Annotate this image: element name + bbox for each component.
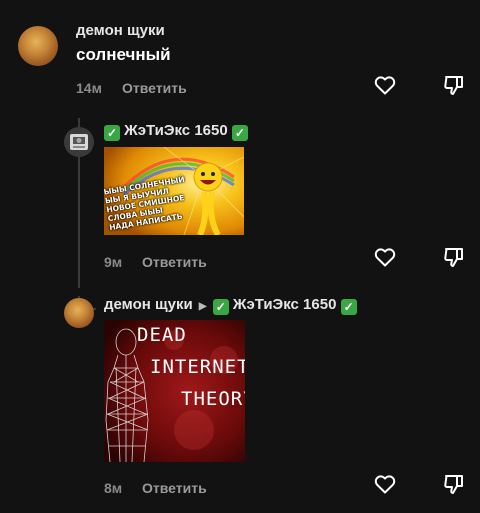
verified-check-icon: ✓ bbox=[231, 125, 248, 141]
dead-internet-line-3: THEORY bbox=[181, 388, 245, 410]
heart-icon[interactable] bbox=[373, 245, 397, 269]
verified-check-icon: ✓ bbox=[104, 125, 120, 141]
reply-arrow-icon: ▶ bbox=[198, 301, 207, 312]
avatar-demon-shchuki[interactable] bbox=[18, 26, 58, 66]
comment-text: солнечный bbox=[76, 45, 171, 64]
comment-author[interactable]: ЖэТиЭкс 1650 bbox=[124, 122, 228, 139]
comment-time: 14м bbox=[76, 80, 102, 96]
comment-image-dead-internet[interactable]: DEAD INTERNET THEORY bbox=[104, 320, 245, 462]
reply-button[interactable]: Ответить bbox=[122, 80, 187, 96]
comment-author[interactable]: демон щуки bbox=[76, 22, 165, 39]
reply-button[interactable]: Ответить bbox=[142, 254, 207, 270]
reply-to-author[interactable]: ЖэТиЭкс 1650 bbox=[233, 296, 337, 313]
comment-time: 8м bbox=[104, 480, 123, 496]
heart-icon[interactable] bbox=[373, 73, 397, 97]
avatar-demon-shchuki[interactable] bbox=[64, 298, 94, 328]
avatar-gtx1650[interactable] bbox=[64, 127, 94, 157]
comment-author-line[interactable]: ✓ ЖэТиЭкс 1650 ✓ bbox=[104, 122, 248, 141]
dead-internet-line-2: INTERNET bbox=[150, 356, 245, 378]
verified-check-icon: ✓ bbox=[340, 299, 357, 315]
dislike-icon[interactable] bbox=[442, 73, 466, 97]
comment-time: 9м bbox=[104, 254, 123, 270]
comment-image-sun-meme[interactable]: ЫЫЫ СОЛНЕЧНЫЙ ЫЫ Я ВЫУЧИЛ НОВОЕ СМИШНОЕ … bbox=[104, 147, 244, 235]
reply-button[interactable]: Ответить bbox=[142, 480, 207, 496]
dislike-icon[interactable] bbox=[442, 245, 466, 269]
heart-icon[interactable] bbox=[373, 472, 397, 496]
dislike-icon[interactable] bbox=[442, 472, 466, 496]
gpu-card-icon bbox=[70, 134, 88, 150]
comment-author-line[interactable]: демон щуки ▶ ✓ ЖэТиЭкс 1650 ✓ bbox=[104, 296, 357, 315]
verified-check-icon: ✓ bbox=[212, 299, 229, 315]
comment-author[interactable]: демон щуки bbox=[104, 296, 193, 313]
dead-internet-line-1: DEAD bbox=[137, 324, 187, 346]
